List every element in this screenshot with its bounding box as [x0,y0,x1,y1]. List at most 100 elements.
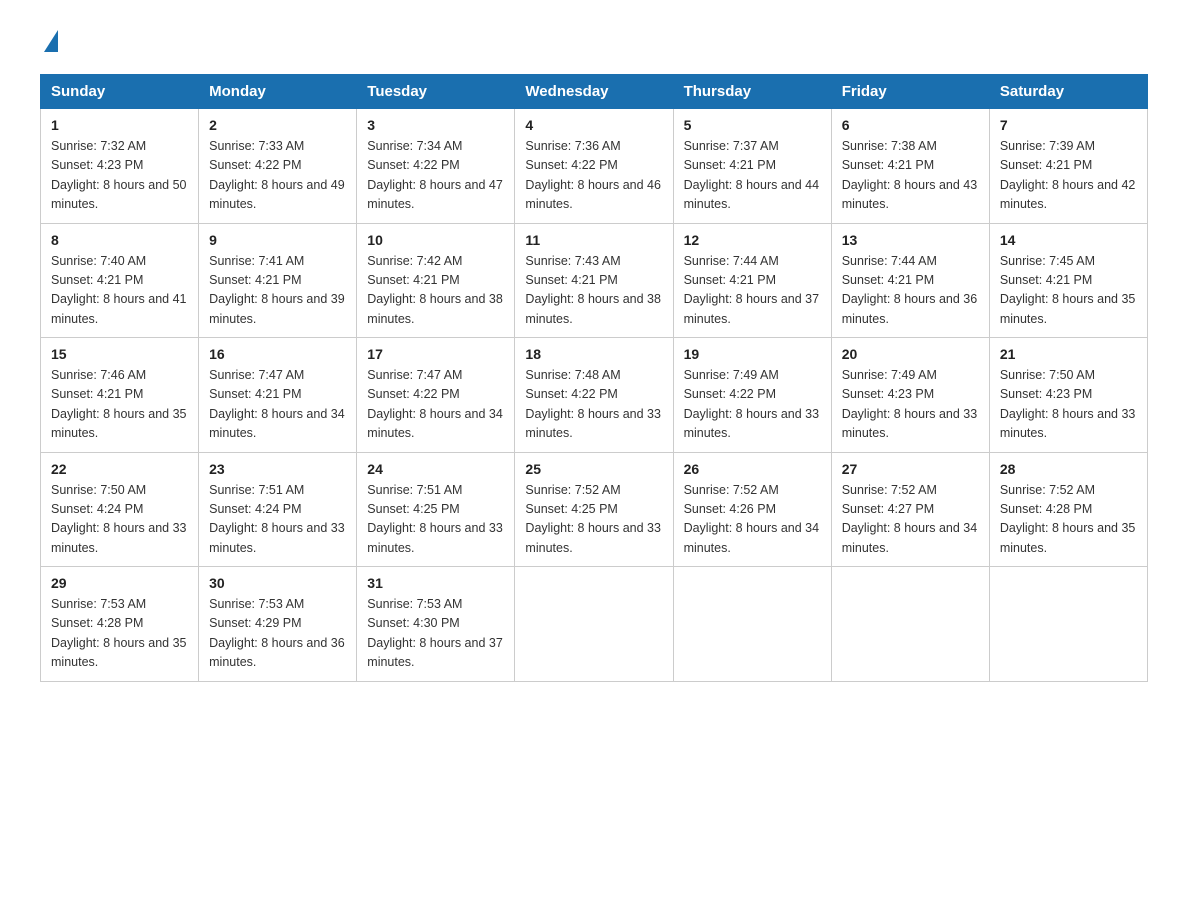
day-info: Sunrise: 7:48 AM Sunset: 4:22 PM Dayligh… [525,366,662,444]
day-info: Sunrise: 7:33 AM Sunset: 4:22 PM Dayligh… [209,137,346,215]
week-row-4: 22 Sunrise: 7:50 AM Sunset: 4:24 PM Dayl… [41,452,1148,567]
day-number: 31 [367,575,504,591]
day-info: Sunrise: 7:52 AM Sunset: 4:28 PM Dayligh… [1000,481,1137,559]
day-info: Sunrise: 7:52 AM Sunset: 4:25 PM Dayligh… [525,481,662,559]
day-number: 14 [1000,232,1137,248]
calendar-cell: 14 Sunrise: 7:45 AM Sunset: 4:21 PM Dayl… [989,223,1147,338]
day-number: 10 [367,232,504,248]
day-info: Sunrise: 7:47 AM Sunset: 4:22 PM Dayligh… [367,366,504,444]
calendar-cell: 30 Sunrise: 7:53 AM Sunset: 4:29 PM Dayl… [199,567,357,682]
day-info: Sunrise: 7:41 AM Sunset: 4:21 PM Dayligh… [209,252,346,330]
day-number: 16 [209,346,346,362]
day-number: 28 [1000,461,1137,477]
day-number: 30 [209,575,346,591]
calendar-cell [831,567,989,682]
week-row-1: 1 Sunrise: 7:32 AM Sunset: 4:23 PM Dayli… [41,109,1148,224]
day-number: 12 [684,232,821,248]
day-number: 24 [367,461,504,477]
calendar-cell: 4 Sunrise: 7:36 AM Sunset: 4:22 PM Dayli… [515,109,673,224]
calendar-cell: 25 Sunrise: 7:52 AM Sunset: 4:25 PM Dayl… [515,452,673,567]
day-info: Sunrise: 7:42 AM Sunset: 4:21 PM Dayligh… [367,252,504,330]
logo [40,30,58,54]
page-header [40,30,1148,54]
calendar-cell: 24 Sunrise: 7:51 AM Sunset: 4:25 PM Dayl… [357,452,515,567]
calendar-cell: 22 Sunrise: 7:50 AM Sunset: 4:24 PM Dayl… [41,452,199,567]
day-number: 23 [209,461,346,477]
calendar-cell: 26 Sunrise: 7:52 AM Sunset: 4:26 PM Dayl… [673,452,831,567]
calendar-cell: 6 Sunrise: 7:38 AM Sunset: 4:21 PM Dayli… [831,109,989,224]
day-number: 9 [209,232,346,248]
calendar-cell: 9 Sunrise: 7:41 AM Sunset: 4:21 PM Dayli… [199,223,357,338]
day-number: 18 [525,346,662,362]
day-info: Sunrise: 7:44 AM Sunset: 4:21 PM Dayligh… [684,252,821,330]
calendar-cell [515,567,673,682]
day-info: Sunrise: 7:47 AM Sunset: 4:21 PM Dayligh… [209,366,346,444]
calendar-cell: 7 Sunrise: 7:39 AM Sunset: 4:21 PM Dayli… [989,109,1147,224]
calendar-cell: 16 Sunrise: 7:47 AM Sunset: 4:21 PM Dayl… [199,338,357,453]
day-info: Sunrise: 7:52 AM Sunset: 4:27 PM Dayligh… [842,481,979,559]
day-number: 15 [51,346,188,362]
day-info: Sunrise: 7:46 AM Sunset: 4:21 PM Dayligh… [51,366,188,444]
week-row-5: 29 Sunrise: 7:53 AM Sunset: 4:28 PM Dayl… [41,567,1148,682]
day-number: 7 [1000,117,1137,133]
day-number: 27 [842,461,979,477]
calendar-cell: 10 Sunrise: 7:42 AM Sunset: 4:21 PM Dayl… [357,223,515,338]
day-header-friday: Friday [831,75,989,109]
day-info: Sunrise: 7:39 AM Sunset: 4:21 PM Dayligh… [1000,137,1137,215]
day-number: 3 [367,117,504,133]
calendar-cell: 11 Sunrise: 7:43 AM Sunset: 4:21 PM Dayl… [515,223,673,338]
calendar-cell: 8 Sunrise: 7:40 AM Sunset: 4:21 PM Dayli… [41,223,199,338]
day-number: 11 [525,232,662,248]
day-number: 17 [367,346,504,362]
calendar-cell: 21 Sunrise: 7:50 AM Sunset: 4:23 PM Dayl… [989,338,1147,453]
calendar-cell: 12 Sunrise: 7:44 AM Sunset: 4:21 PM Dayl… [673,223,831,338]
day-info: Sunrise: 7:37 AM Sunset: 4:21 PM Dayligh… [684,137,821,215]
day-header-thursday: Thursday [673,75,831,109]
day-info: Sunrise: 7:51 AM Sunset: 4:24 PM Dayligh… [209,481,346,559]
calendar-cell: 19 Sunrise: 7:49 AM Sunset: 4:22 PM Dayl… [673,338,831,453]
day-number: 8 [51,232,188,248]
calendar-table: SundayMondayTuesdayWednesdayThursdayFrid… [40,74,1148,682]
day-header-sunday: Sunday [41,75,199,109]
day-info: Sunrise: 7:38 AM Sunset: 4:21 PM Dayligh… [842,137,979,215]
calendar-cell [989,567,1147,682]
day-info: Sunrise: 7:49 AM Sunset: 4:23 PM Dayligh… [842,366,979,444]
calendar-cell: 3 Sunrise: 7:34 AM Sunset: 4:22 PM Dayli… [357,109,515,224]
day-info: Sunrise: 7:49 AM Sunset: 4:22 PM Dayligh… [684,366,821,444]
calendar-cell: 27 Sunrise: 7:52 AM Sunset: 4:27 PM Dayl… [831,452,989,567]
day-info: Sunrise: 7:50 AM Sunset: 4:24 PM Dayligh… [51,481,188,559]
day-info: Sunrise: 7:53 AM Sunset: 4:29 PM Dayligh… [209,595,346,673]
day-info: Sunrise: 7:53 AM Sunset: 4:28 PM Dayligh… [51,595,188,673]
day-number: 20 [842,346,979,362]
calendar-cell: 29 Sunrise: 7:53 AM Sunset: 4:28 PM Dayl… [41,567,199,682]
day-info: Sunrise: 7:51 AM Sunset: 4:25 PM Dayligh… [367,481,504,559]
calendar-cell: 23 Sunrise: 7:51 AM Sunset: 4:24 PM Dayl… [199,452,357,567]
day-number: 29 [51,575,188,591]
calendar-cell [673,567,831,682]
week-row-3: 15 Sunrise: 7:46 AM Sunset: 4:21 PM Dayl… [41,338,1148,453]
day-number: 21 [1000,346,1137,362]
calendar-cell: 28 Sunrise: 7:52 AM Sunset: 4:28 PM Dayl… [989,452,1147,567]
calendar-cell: 15 Sunrise: 7:46 AM Sunset: 4:21 PM Dayl… [41,338,199,453]
calendar-cell: 5 Sunrise: 7:37 AM Sunset: 4:21 PM Dayli… [673,109,831,224]
day-number: 13 [842,232,979,248]
day-info: Sunrise: 7:44 AM Sunset: 4:21 PM Dayligh… [842,252,979,330]
day-info: Sunrise: 7:43 AM Sunset: 4:21 PM Dayligh… [525,252,662,330]
calendar-cell: 20 Sunrise: 7:49 AM Sunset: 4:23 PM Dayl… [831,338,989,453]
logo-triangle-icon [44,30,58,52]
day-info: Sunrise: 7:45 AM Sunset: 4:21 PM Dayligh… [1000,252,1137,330]
day-number: 5 [684,117,821,133]
day-number: 25 [525,461,662,477]
day-header-saturday: Saturday [989,75,1147,109]
day-info: Sunrise: 7:40 AM Sunset: 4:21 PM Dayligh… [51,252,188,330]
calendar-cell: 31 Sunrise: 7:53 AM Sunset: 4:30 PM Dayl… [357,567,515,682]
day-number: 4 [525,117,662,133]
day-number: 6 [842,117,979,133]
day-info: Sunrise: 7:34 AM Sunset: 4:22 PM Dayligh… [367,137,504,215]
week-row-2: 8 Sunrise: 7:40 AM Sunset: 4:21 PM Dayli… [41,223,1148,338]
calendar-cell: 13 Sunrise: 7:44 AM Sunset: 4:21 PM Dayl… [831,223,989,338]
day-info: Sunrise: 7:36 AM Sunset: 4:22 PM Dayligh… [525,137,662,215]
day-number: 22 [51,461,188,477]
calendar-cell: 18 Sunrise: 7:48 AM Sunset: 4:22 PM Dayl… [515,338,673,453]
day-info: Sunrise: 7:53 AM Sunset: 4:30 PM Dayligh… [367,595,504,673]
